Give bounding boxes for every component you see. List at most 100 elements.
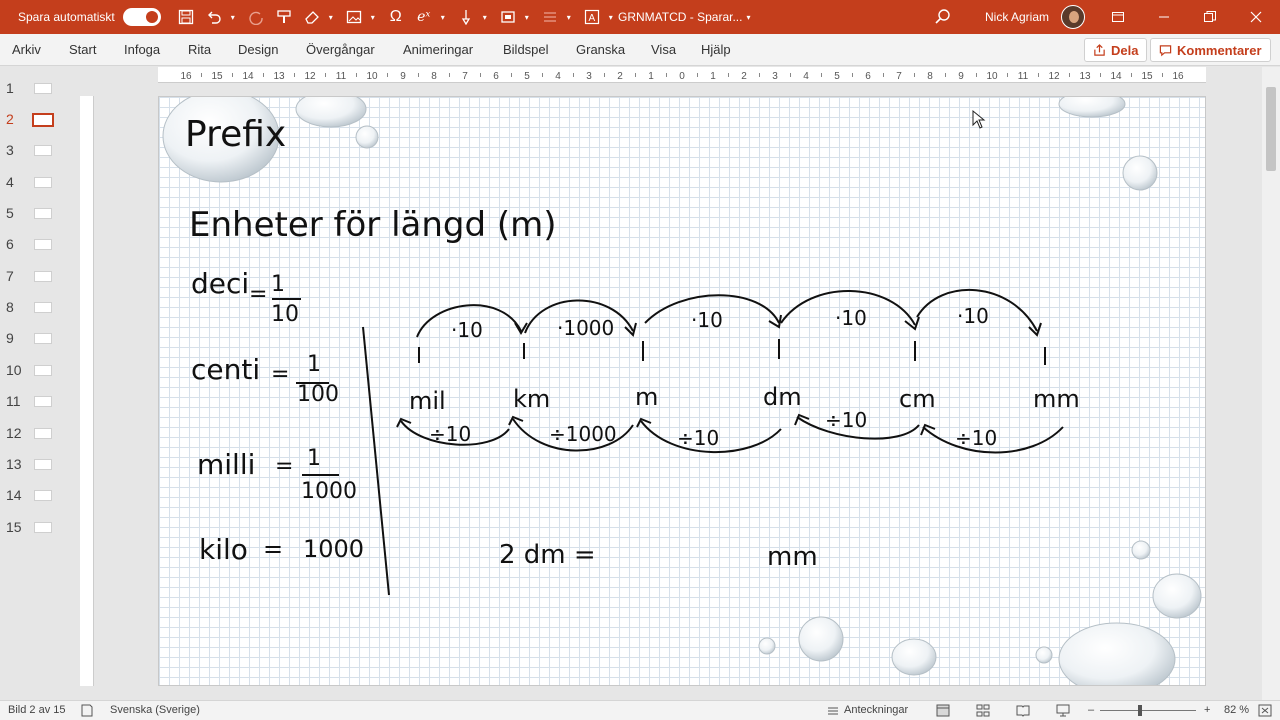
slide[interactable]: Prefix Enheter för längd (m) deci = 1 10… — [158, 96, 1206, 686]
user-name: Nick Agriam — [985, 10, 1050, 24]
autosave[interactable]: Spara automatiskt on — [18, 8, 161, 26]
ruler-label: 15 — [1141, 71, 1153, 82]
zoom-slider[interactable] — [1100, 710, 1196, 711]
ruler-label: 5 — [524, 71, 530, 82]
restore-icon[interactable] — [1187, 0, 1233, 34]
eraser-icon[interactable] — [301, 6, 323, 28]
autosave-toggle[interactable]: on — [122, 8, 161, 26]
slide-thumbnail[interactable]: 3 — [0, 139, 72, 163]
zoom-in-button[interactable]: + — [1204, 704, 1210, 716]
minimize-icon[interactable] — [1141, 0, 1187, 34]
ribbon-display-icon[interactable] — [1095, 0, 1141, 34]
slide-thumbnail[interactable]: 4 — [0, 171, 72, 195]
equation-dropdown-icon[interactable]: ▾ — [441, 13, 449, 22]
picture-icon[interactable] — [343, 6, 365, 28]
op-divide: ÷10 — [955, 426, 997, 450]
tab-bildspel[interactable]: Bildspel — [503, 42, 549, 57]
share-button[interactable]: Dela — [1084, 38, 1148, 62]
save-icon[interactable] — [175, 6, 197, 28]
undo-icon[interactable] — [203, 6, 225, 28]
slide-thumbnail[interactable]: 9 — [0, 327, 72, 351]
ruler-label: 14 — [242, 71, 254, 82]
ruler-label: 3 — [586, 71, 592, 82]
prefix-deci: deci — [191, 267, 249, 300]
ruler-label: 11 — [1018, 71, 1029, 82]
ruler-label: 13 — [1079, 71, 1091, 82]
ruler-label: 4 — [803, 71, 809, 82]
slide-thumbnail[interactable]: 13 — [0, 453, 72, 477]
zoom-level[interactable]: 82 % — [1224, 704, 1249, 716]
water-drop — [1035, 646, 1053, 664]
zoom-slider-handle[interactable] — [1138, 705, 1142, 716]
accessibility-icon[interactable] — [80, 704, 94, 717]
vertical-scrollbar[interactable] — [1262, 67, 1280, 700]
pen-icon[interactable] — [455, 6, 477, 28]
equation-icon[interactable]: eˣ — [413, 6, 435, 28]
slide-thumbnail[interactable]: 11 — [0, 390, 72, 414]
ruler-label: 9 — [400, 71, 406, 82]
customize-toolbar-icon[interactable]: ▾ — [609, 13, 617, 22]
tab-granska[interactable]: Granska — [576, 42, 625, 57]
tab-arkiv[interactable]: Arkiv — [12, 42, 41, 57]
slide-thumbnail[interactable]: 15 — [0, 516, 72, 540]
horizontal-ruler: 16 15 14 13 12 11 10 9 8 7 6 5 4 3 2 1 0 1 2 3 4 5 6 7 8 9 10 11 12 1… — [158, 67, 1206, 83]
slide-thumbnail-active[interactable]: 2 — [0, 108, 72, 132]
shape-icon[interactable] — [497, 6, 519, 28]
search-icon[interactable] — [934, 8, 952, 26]
ruler-label: 9 — [958, 71, 964, 82]
textbox-icon[interactable]: A — [581, 6, 603, 28]
water-drop — [1122, 155, 1158, 191]
language-indicator[interactable]: Svenska (Sverige) — [110, 704, 200, 716]
slideshow-icon[interactable] — [1056, 704, 1070, 717]
slide-thumbnail[interactable]: 7 — [0, 265, 72, 289]
op-divide: ÷10 — [677, 426, 719, 450]
notes-icon[interactable] — [826, 704, 840, 717]
tab-start[interactable]: Start — [69, 42, 96, 57]
ruler-label: 1 — [648, 71, 654, 82]
tab-animeringar[interactable]: Animeringar — [403, 42, 473, 57]
tab-rita[interactable]: Rita — [188, 42, 211, 57]
exercise-left: 2 dm = — [499, 540, 596, 570]
ruler-label: 12 — [1048, 71, 1060, 82]
user-account[interactable]: Nick Agriam — [985, 0, 1086, 34]
avatar — [1061, 5, 1086, 29]
tab-design[interactable]: Design — [238, 42, 278, 57]
omega-icon[interactable]: Ω — [385, 6, 407, 28]
share-icon — [1094, 43, 1105, 56]
notes-button[interactable]: Anteckningar — [844, 704, 908, 716]
fit-to-window-icon[interactable] — [1258, 704, 1272, 717]
title-dropdown-icon: ▾ — [746, 12, 751, 22]
tab-hjalp[interactable]: Hjälp — [701, 42, 731, 57]
tab-visa[interactable]: Visa — [651, 42, 676, 57]
bullets-dropdown-icon[interactable]: ▾ — [567, 13, 575, 22]
slide-title: Prefix — [185, 114, 286, 155]
undo-dropdown-icon[interactable]: ▾ — [231, 13, 239, 22]
tab-infoga[interactable]: Infoga — [124, 42, 160, 57]
slide-thumbnail[interactable]: 12 — [0, 422, 72, 446]
op-multiply: ·10 — [957, 304, 989, 328]
reading-view-icon[interactable] — [1016, 704, 1030, 717]
slide-thumbnail[interactable]: 10 — [0, 359, 72, 383]
pen-dropdown-icon[interactable]: ▾ — [483, 13, 491, 22]
bullets-icon[interactable] — [539, 6, 561, 28]
close-icon[interactable] — [1233, 0, 1279, 34]
document-title[interactable]: GRNMATCD - Sparar... ▾ — [618, 0, 754, 34]
slide-thumbnail[interactable]: 8 — [0, 296, 72, 320]
ruler-label: 2 — [617, 71, 623, 82]
ruler-label: 6 — [865, 71, 871, 82]
picture-dropdown-icon[interactable]: ▾ — [371, 13, 379, 22]
format-painter-icon[interactable] — [273, 6, 295, 28]
slide-thumbnail[interactable]: 14 — [0, 484, 72, 508]
normal-view-icon[interactable] — [936, 704, 950, 717]
slide-sorter-icon[interactable] — [976, 704, 990, 717]
tab-overgangar[interactable]: Övergångar — [306, 42, 375, 57]
shape-dropdown-icon[interactable]: ▾ — [525, 13, 533, 22]
slide-thumbnail[interactable]: 1 — [0, 77, 72, 101]
comments-button[interactable]: Kommentarer — [1150, 38, 1271, 62]
slide-thumbnail[interactable]: 6 — [0, 233, 72, 257]
slide-thumbnail[interactable]: 5 — [0, 202, 72, 226]
scrollbar-thumb[interactable] — [1266, 87, 1276, 171]
eraser-dropdown-icon[interactable]: ▾ — [329, 13, 337, 22]
zoom-out-button[interactable]: – — [1088, 704, 1094, 716]
redo-icon[interactable] — [245, 6, 267, 28]
